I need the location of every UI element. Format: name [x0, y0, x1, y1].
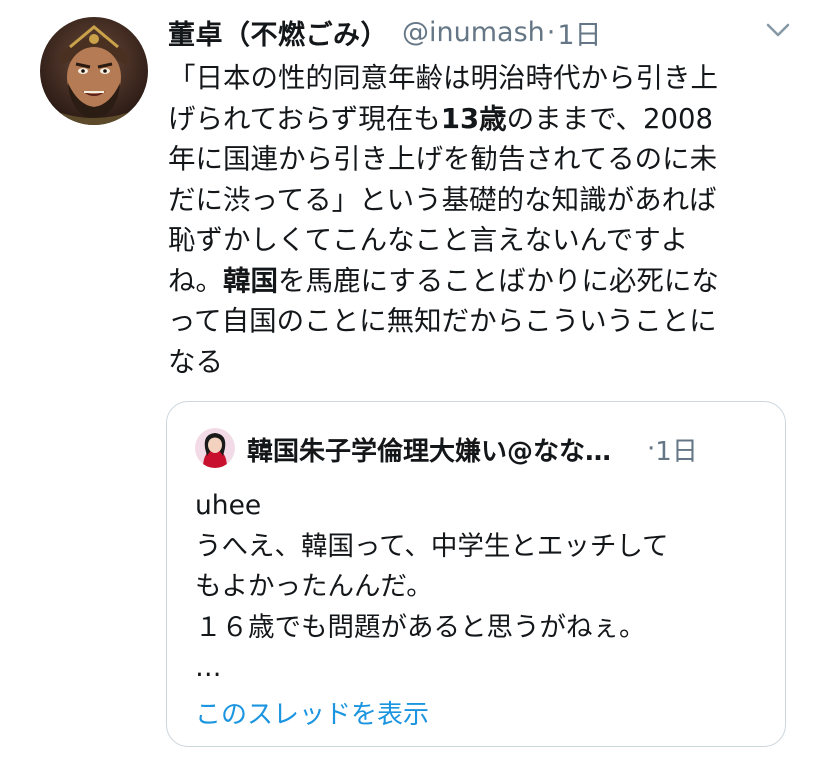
quoted-tweet[interactable]: 韓国朱子学倫理大嫌い@なな… · 1日 uhee うへえ、韓国って、中学生とエッチ… [166, 401, 786, 747]
tweet-text-segment: げられておらず現在も [168, 102, 441, 135]
tweet-text-segment: 年に国連から引き上げを勧告されてるのに未 [168, 143, 718, 175]
separator-dot: · [546, 16, 556, 48]
tweet-text-bold: 韓国 [223, 264, 278, 297]
tweet-text-segment: って自国のことに無知だからこういうことに [168, 305, 717, 337]
quoted-text-line: uhee [195, 490, 262, 521]
tweet-text-line: 恥ずかしくてこんなこと言えないんですよ [168, 220, 778, 261]
tweet-text-line: ね。韓国を馬鹿にすることばかりに必死にな [168, 261, 778, 302]
quoted-text-line: もよかったんんだ。 [195, 571, 433, 602]
show-thread-link[interactable]: このスレッドを表示 [195, 694, 429, 731]
quoted-timestamp[interactable]: 1日 [655, 431, 698, 468]
avatar[interactable] [40, 17, 148, 125]
tweet-timestamp[interactable]: 1日 [557, 13, 601, 52]
quoted-separator-dot: · [647, 434, 656, 464]
quoted-text-line: １６歳でも問題があると思うがねぇ。 [195, 611, 646, 643]
tweet-text-segment: ね。 [168, 264, 223, 297]
tweet: 董卓（不燃ごみ） @inumash · 1日 「日本の性的同意年齢は明治時代から… [0, 0, 828, 758]
quoted-header: 韓国朱子学倫理大嫌い@なな… · 1日 [247, 428, 767, 470]
tweet-text-segment: だに渋ってる」という基礎的な知識があれば [168, 183, 717, 216]
tweet-text: 「日本の性的同意年齢は明治時代から引き上 げられておらず現在も13歳のままで、20… [168, 58, 778, 382]
quoted-avatar[interactable] [195, 428, 235, 468]
tweet-text-line: なる [168, 342, 778, 383]
tweet-text-line: だに渋ってる」という基礎的な知識があれば [168, 180, 778, 221]
quoted-display-name[interactable]: 韓国朱子学倫理大嫌い@なな… [247, 431, 611, 468]
tweet-text-segment: 恥ずかしくてこんなこと言えないんですよ [168, 224, 689, 256]
quoted-text-line: うへえ、韓国って、中学生とエッチして [195, 530, 669, 562]
tweet-text-bold: 13歳 [440, 102, 507, 135]
tweet-text-line: げられておらず現在も13歳のままで、2008 [168, 99, 778, 140]
tweet-text-segment: 「日本の性的同意年齢は明治時代から引き上 [168, 62, 718, 94]
user-handle[interactable]: @inumash [402, 17, 545, 48]
quoted-text: uhee うへえ、韓国って、中学生とエッチして もよかったんんだ。 １６歳でも問題があ… [195, 486, 765, 689]
quoted-text-line: … [195, 652, 222, 683]
tweet-text-line: 年に国連から引き上げを勧告されてるのに未 [168, 139, 778, 180]
tweet-header: 董卓（不燃ごみ） @inumash · 1日 [168, 12, 602, 52]
chevron-down-icon[interactable] [764, 20, 792, 40]
tweet-text-segment: なる [168, 345, 223, 378]
tweet-text-line: 「日本の性的同意年齢は明治時代から引き上 [168, 58, 778, 99]
tweet-text-line: って自国のことに無知だからこういうことに [168, 301, 778, 342]
tweet-text-segment: を馬鹿にすることばかりに必死にな [278, 264, 719, 297]
display-name[interactable]: 董卓（不燃ごみ） [168, 13, 388, 52]
tweet-text-segment: のままで、2008 [506, 102, 713, 135]
